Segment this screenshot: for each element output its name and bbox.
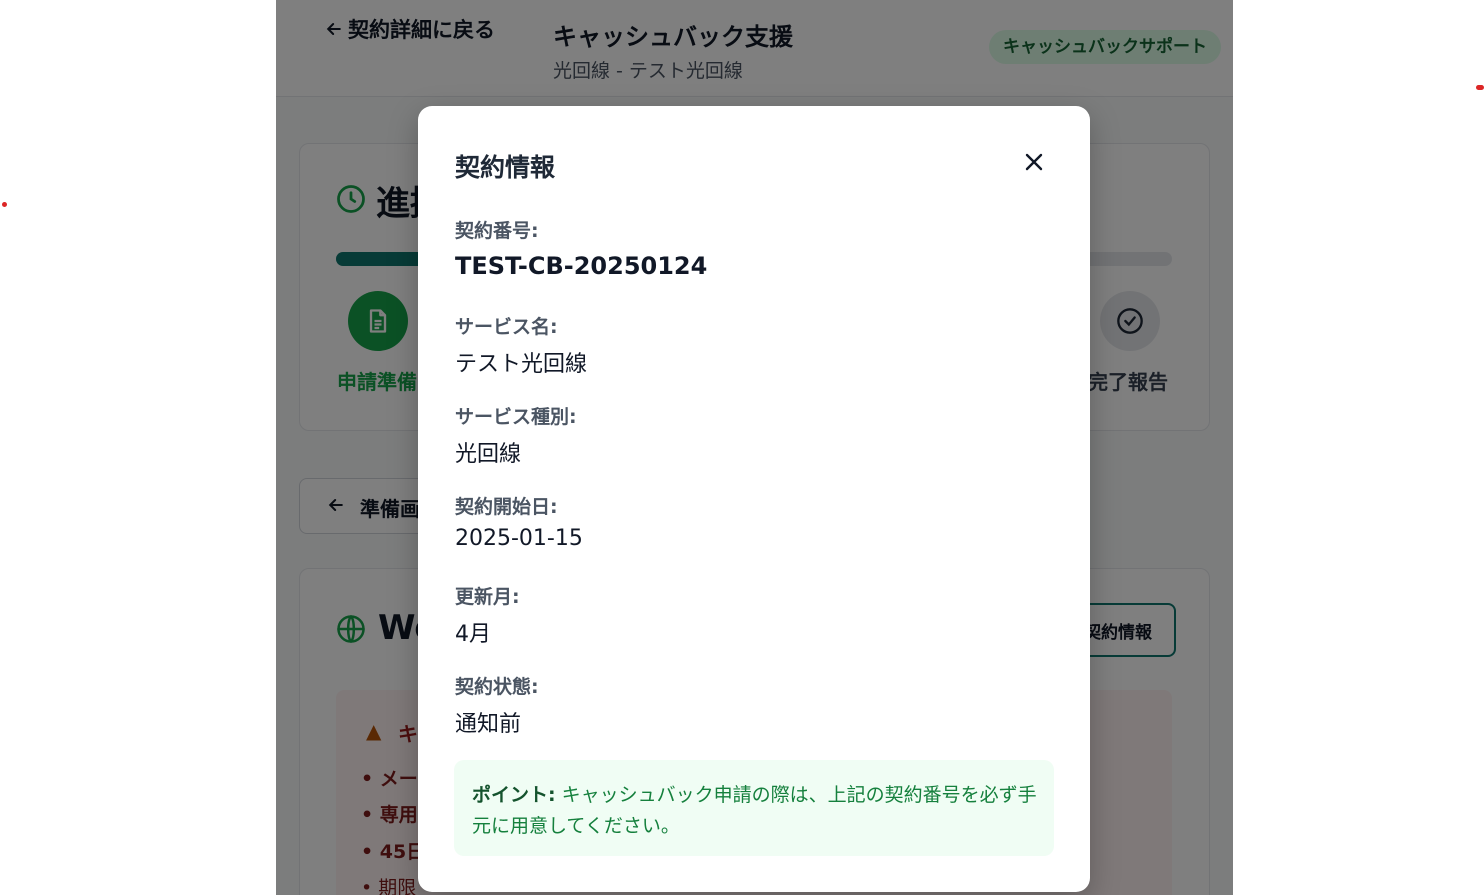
renewal-month-label: 更新月:: [455, 586, 520, 608]
service-name-value: テスト光回線: [455, 352, 588, 377]
page-margin-left: [0, 0, 276, 895]
start-date-label: 契約開始日:: [455, 496, 558, 518]
point-label: ポイント:: [472, 784, 556, 806]
point-callout: ポイント: キャッシュバック申請の際は、上記の契約番号を必ず手元に用意してくださ…: [454, 760, 1054, 856]
red-dot-marker: [1476, 85, 1484, 90]
contract-number-label: 契約番号:: [455, 220, 539, 242]
contract-status-value: 通知前: [455, 712, 522, 737]
start-date-value: 2025-01-15: [455, 526, 583, 551]
page-margin-right: [1233, 0, 1484, 895]
service-name-label: サービス名:: [455, 316, 558, 338]
point-body: キャッシュバック申請の際は、上記の契約番号を必ず手元に用意してください。: [472, 784, 1037, 837]
contract-number-value: TEST-CB-20250124: [455, 252, 708, 280]
contract-info-modal: 契約情報 契約番号: TEST-CB-20250124 サービス名: テスト光回…: [418, 106, 1090, 892]
contract-status-label: 契約状態:: [455, 676, 539, 698]
modal-title: 契約情報: [455, 153, 556, 182]
service-type-label: サービス種別:: [455, 406, 577, 428]
service-type-value: 光回線: [455, 442, 522, 467]
close-button[interactable]: [1016, 144, 1052, 180]
red-dot-marker: [2, 202, 7, 207]
close-icon: [1025, 153, 1043, 171]
renewal-month-value: 4月: [455, 622, 491, 647]
point-text: ポイント: キャッシュバック申請の際は、上記の契約番号を必ず手元に用意してくださ…: [472, 780, 1042, 842]
